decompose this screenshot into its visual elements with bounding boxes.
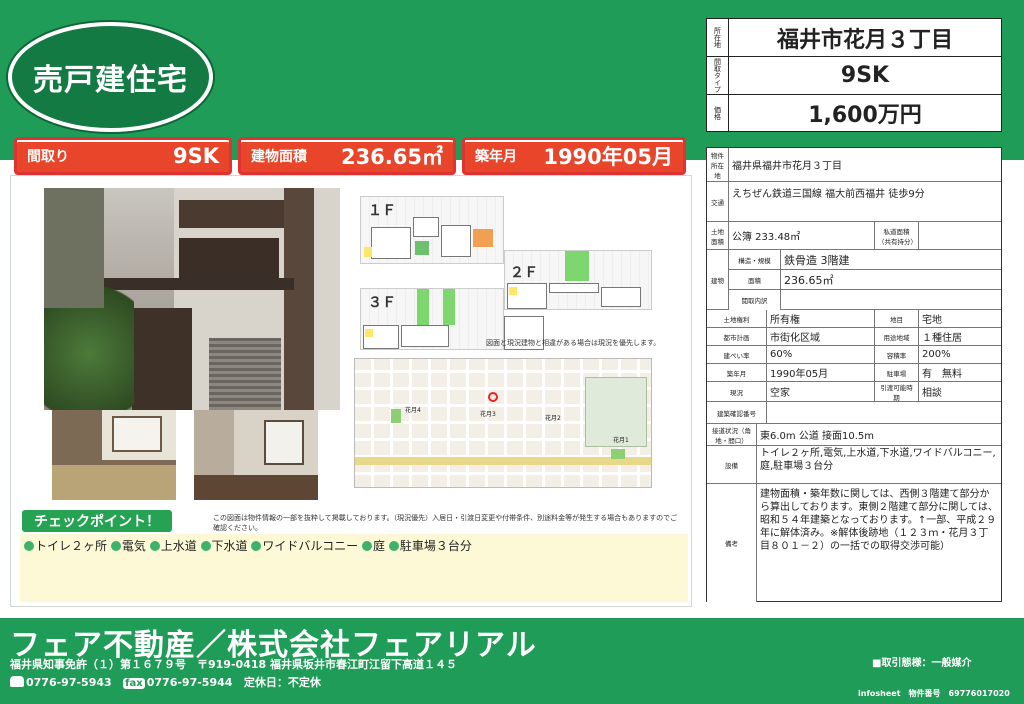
spec-status: 空家 xyxy=(767,382,875,401)
spec-label: 土地権利 xyxy=(707,310,767,327)
spec-traffic: えちぜん鉄道三国線 福大前西福井 徒歩9分 xyxy=(732,189,925,200)
floor-3f-label: ３Ｆ xyxy=(368,295,396,311)
spec-label: 地目 xyxy=(875,310,919,327)
spec-rights: 所有権 xyxy=(767,310,875,327)
checkpoint-item: トイレ２ヶ所 xyxy=(35,539,108,553)
spec-landcat: 宅地 xyxy=(922,315,942,326)
spec-equip: トイレ２ヶ所,電気,上水道,下水道,ワイドバルコニー,庭,駐車場３台分 xyxy=(760,448,996,472)
contact-line: 0776-97-5943 fax 0776-97-5944 定休日：不定休 xyxy=(10,674,321,690)
spec-remarks: 建物面積・築年数に関しては、西側３階建て部分から算出しております。東側２階建て部… xyxy=(760,489,998,552)
spec-label: 建物 xyxy=(707,250,729,309)
spec-label: 築年月 xyxy=(707,364,767,381)
spec-label: 構造・規模 xyxy=(729,250,781,269)
spec-label: 建築確認番号 xyxy=(707,402,767,423)
checkpoint-item: 駐車場３台分 xyxy=(399,539,472,553)
spec-label: 閲取内訳 xyxy=(729,290,781,310)
key-building-area-label: 建物面積 xyxy=(251,149,307,165)
infosheet-number: infosheet 物件番号 69776017020 xyxy=(858,689,1010,698)
checkpoint-title: チェックポイント！ xyxy=(22,510,172,532)
listing-type-badge: 売戸建住宅 xyxy=(8,22,213,132)
map-label: 花月1 xyxy=(613,437,629,444)
spec-label: 設備 xyxy=(707,446,757,483)
checkpoint-item: 電気 xyxy=(121,539,146,553)
spec-label: 都市計画 xyxy=(707,328,767,345)
tel-number[interactable]: 0776-97-5943 xyxy=(26,676,112,689)
floorplan-note: 図面と現況建物と相違がある場合は現況を優先します。 xyxy=(486,339,661,347)
checkpoint-item: ワイドバルコニー xyxy=(262,539,359,553)
spec-label: 駐車場 xyxy=(875,364,919,381)
key-layout-label: 間取り xyxy=(27,149,69,165)
spec-label: 私道面積（共有持分） xyxy=(875,222,919,249)
checkpoint-item: 下水道 xyxy=(211,539,248,553)
spec-label: 交通 xyxy=(707,182,729,221)
checkpoint-item: 上水道 xyxy=(160,539,197,553)
exterior-photo xyxy=(44,188,340,410)
spec-private-road xyxy=(919,222,1001,249)
spec-label: 引渡可能時期 xyxy=(875,382,919,402)
spec-floor-area: 236.65㎡ xyxy=(784,273,834,287)
key-building-area-value: 236.65㎡ xyxy=(340,145,443,169)
spec-label: 用途地域 xyxy=(875,328,919,345)
spec-far: 200% xyxy=(922,349,951,360)
interior-photo-2 xyxy=(194,410,318,500)
spec-bcr: 60% xyxy=(767,346,875,363)
bullet-icon xyxy=(251,541,262,551)
bullet-icon xyxy=(149,541,160,551)
spec-structure: 鉄骨造 3階建 xyxy=(784,253,850,267)
map-label: 花月4 xyxy=(405,407,421,414)
spec-label: 現況 xyxy=(707,382,767,401)
spec-zone: １種住居 xyxy=(922,333,962,344)
floor-1f-label: １Ｆ xyxy=(368,203,396,219)
location-marker-icon xyxy=(488,392,498,402)
spec-city: 市街化区域 xyxy=(767,328,875,345)
price-value: 1,600万円 xyxy=(808,103,922,128)
key-building-area: 建物面積 236.65㎡ xyxy=(238,137,456,175)
bullet-icon xyxy=(388,541,399,551)
spec-table: 物件所在地 福井県福井市花月３丁目 交通 えちぜん鉄道三国線 福大前西福井 徒歩… xyxy=(706,147,1002,602)
spec-label: 土地面積 xyxy=(707,222,729,249)
bullet-icon xyxy=(361,541,372,551)
fax-number: 0776-97-5944 xyxy=(146,676,233,689)
spec-label: 面積 xyxy=(729,270,781,289)
key-built-label: 築年月 xyxy=(475,149,517,165)
phone-icon xyxy=(10,676,24,687)
type-label: 間取タイプ xyxy=(707,57,729,94)
fax-icon: fax xyxy=(123,678,145,689)
summary-table: 所在地 福井市花月３丁目 間取タイプ 9SK 価格 1,600万円 xyxy=(706,18,1002,132)
map-label: 花月2 xyxy=(545,415,561,422)
company-license: 福井県知事免許（１）第１６７９号 〒919-0418 福井県坂井市春江町江留下高… xyxy=(10,658,457,671)
price-label: 価格 xyxy=(707,95,729,131)
area-map: 花月4 花月3 花月2 花月1 xyxy=(354,358,652,488)
key-built: 築年月 1990年05月 xyxy=(462,137,686,175)
location-value: 福井市花月３丁目 xyxy=(776,27,953,53)
type-value: 9SK xyxy=(840,63,890,88)
spec-land: 公簿 233.48㎡ xyxy=(729,222,875,249)
spec-built: 1990年05月 xyxy=(767,364,875,381)
floor-2f-label: ２Ｆ xyxy=(510,265,538,281)
spec-address: 福井県福井市花月３丁目 xyxy=(732,161,842,172)
interior-photo-1 xyxy=(52,410,176,500)
bullet-icon xyxy=(110,541,121,551)
disclaimer: この図面は物件情報の一部を抜粋して掲載しております。（現況優先）入居日・引渡日変… xyxy=(213,514,678,532)
deal-type: ■取引態様：一般媒介 xyxy=(872,658,972,669)
spec-label: 接道状況（角地・間口） xyxy=(707,424,757,445)
key-layout: 間取り 9SK xyxy=(14,137,232,175)
key-layout-value: 9SK xyxy=(172,144,219,168)
spec-label: 建ぺい率 xyxy=(707,346,767,363)
bullet-icon xyxy=(200,541,211,551)
holiday: 定休日：不定休 xyxy=(243,676,321,689)
spec-label: 物件所在地 xyxy=(707,148,729,181)
checkpoint-list: トイレ２ヶ所 電気 上水道 下水道 ワイドバルコニー 庭 駐車場３台分 xyxy=(20,534,688,602)
checkpoint-item: 庭 xyxy=(372,539,385,553)
spec-label: 容積率 xyxy=(875,346,919,363)
location-label: 所在地 xyxy=(707,19,729,56)
key-built-value: 1990年05月 xyxy=(543,145,673,169)
spec-road: 東6.0m 公道 接面10.5m xyxy=(760,431,875,442)
map-label: 花月3 xyxy=(480,411,496,418)
bullet-icon xyxy=(24,541,34,551)
spec-handover: 相談 xyxy=(922,388,942,399)
spec-parking: 有 無料 xyxy=(922,369,962,380)
spec-label: 備考 xyxy=(707,484,757,602)
